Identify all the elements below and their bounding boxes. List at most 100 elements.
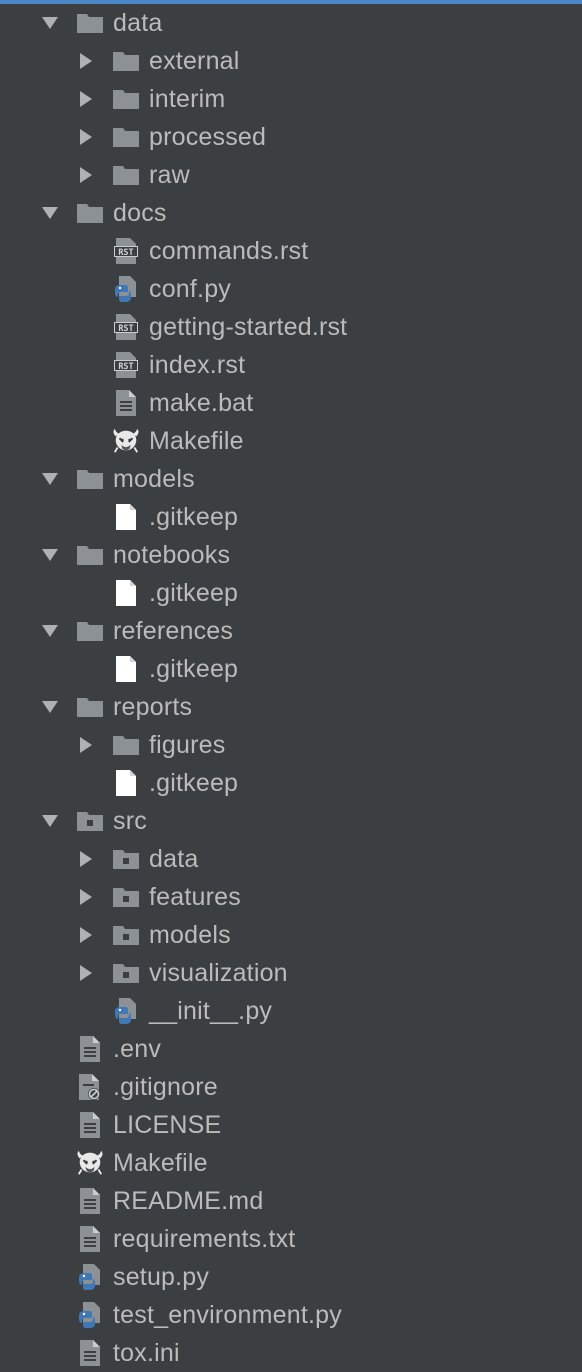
folder-icon	[112, 47, 140, 75]
tree-item-license[interactable]: LICENSE	[0, 1106, 582, 1144]
collapse-arrow-icon[interactable]	[40, 621, 60, 641]
blank-file-icon	[112, 579, 140, 607]
folder-icon	[76, 199, 104, 227]
expand-arrow-icon[interactable]	[76, 849, 96, 869]
makefile-icon	[112, 427, 140, 455]
toggle-spacer	[76, 1001, 96, 1021]
expand-arrow-icon[interactable]	[76, 127, 96, 147]
tree-item-label: figures	[149, 731, 226, 759]
makefile-icon	[76, 1149, 104, 1177]
collapse-arrow-icon[interactable]	[40, 469, 60, 489]
expand-arrow-icon[interactable]	[76, 735, 96, 755]
tree-item-gitignore[interactable]: .gitignore	[0, 1068, 582, 1106]
tree-item-label: raw	[149, 161, 190, 189]
text-file-icon	[76, 1339, 104, 1367]
python-file-icon	[76, 1301, 104, 1329]
folder-icon	[112, 85, 140, 113]
rst-file-icon: RST	[112, 237, 140, 265]
tree-item-gitkeep[interactable]: .gitkeep	[0, 498, 582, 536]
tree-item-raw[interactable]: raw	[0, 156, 582, 194]
tree-item-label: requirements.txt	[113, 1225, 296, 1253]
tree-item-makefile[interactable]: Makefile	[0, 1144, 582, 1182]
tree-item-src[interactable]: src	[0, 802, 582, 840]
gitignore-file-icon	[76, 1073, 104, 1101]
tree-item-interim[interactable]: interim	[0, 80, 582, 118]
tree-item-init-py[interactable]: __init__.py	[0, 992, 582, 1030]
collapse-arrow-icon[interactable]	[40, 697, 60, 717]
tree-item-features[interactable]: features	[0, 878, 582, 916]
rst-file-icon: RST	[112, 313, 140, 341]
tree-item-references[interactable]: references	[0, 612, 582, 650]
expand-arrow-icon[interactable]	[76, 51, 96, 71]
tree-item-label: getting-started.rst	[149, 313, 348, 341]
tree-item-docs[interactable]: docs	[0, 194, 582, 232]
tree-item-requirements-txt[interactable]: requirements.txt	[0, 1220, 582, 1258]
toggle-spacer	[40, 1305, 60, 1325]
tree-item-visualization[interactable]: visualization	[0, 954, 582, 992]
tree-item-label: .gitignore	[113, 1073, 218, 1101]
tree-item-label: models	[149, 921, 231, 949]
tree-item-label: commands.rst	[149, 237, 309, 265]
toggle-spacer	[40, 1267, 60, 1287]
tree-item-make-bat[interactable]: make.bat	[0, 384, 582, 422]
toggle-spacer	[40, 1153, 60, 1173]
tree-item-label: external	[149, 47, 240, 75]
toggle-spacer	[76, 773, 96, 793]
tree-item-label: processed	[149, 123, 267, 151]
tree-item-label: make.bat	[149, 389, 254, 417]
python-file-icon	[76, 1263, 104, 1291]
toggle-spacer	[76, 279, 96, 299]
package-folder-icon	[112, 959, 140, 987]
toggle-spacer	[40, 1039, 60, 1059]
expand-arrow-icon[interactable]	[76, 925, 96, 945]
toggle-spacer	[76, 241, 96, 261]
tree-item-getting-started-rst[interactable]: RST getting-started.rst	[0, 308, 582, 346]
tree-item-label: references	[113, 617, 234, 645]
expand-arrow-icon[interactable]	[76, 165, 96, 185]
toggle-spacer	[76, 431, 96, 451]
tree-item-data[interactable]: data	[0, 840, 582, 878]
expand-arrow-icon[interactable]	[76, 887, 96, 907]
svg-text:RST: RST	[118, 248, 133, 258]
tree-item-tox-ini[interactable]: tox.ini	[0, 1334, 582, 1372]
tree-item-gitkeep[interactable]: .gitkeep	[0, 764, 582, 802]
text-file-icon	[76, 1187, 104, 1215]
tree-item-gitkeep[interactable]: .gitkeep	[0, 650, 582, 688]
tree-item-label: interim	[149, 85, 226, 113]
tree-item-label: docs	[113, 199, 167, 227]
python-file-icon	[112, 997, 140, 1025]
tree-item-label: tox.ini	[113, 1339, 180, 1367]
toggle-spacer	[76, 355, 96, 375]
tree-item-makefile[interactable]: Makefile	[0, 422, 582, 460]
tree-item-label: data	[113, 9, 163, 37]
tree-item-models[interactable]: models	[0, 916, 582, 954]
tree-item-external[interactable]: external	[0, 42, 582, 80]
tree-item-label: data	[149, 845, 199, 873]
collapse-arrow-icon[interactable]	[40, 203, 60, 223]
tree-item-reports[interactable]: reports	[0, 688, 582, 726]
text-file-icon	[76, 1225, 104, 1253]
tree-item-processed[interactable]: processed	[0, 118, 582, 156]
tree-item-conf-py[interactable]: conf.py	[0, 270, 582, 308]
rst-file-icon: RST	[112, 351, 140, 379]
tree-item-notebooks[interactable]: notebooks	[0, 536, 582, 574]
tree-item-figures[interactable]: figures	[0, 726, 582, 764]
package-folder-icon	[76, 807, 104, 835]
collapse-arrow-icon[interactable]	[40, 545, 60, 565]
tree-item-index-rst[interactable]: RST index.rst	[0, 346, 582, 384]
tree-item-env[interactable]: .env	[0, 1030, 582, 1068]
tree-item-models[interactable]: models	[0, 460, 582, 498]
expand-arrow-icon[interactable]	[76, 89, 96, 109]
tree-item-commands-rst[interactable]: RST commands.rst	[0, 232, 582, 270]
collapse-arrow-icon[interactable]	[40, 13, 60, 33]
tree-item-test-environment-py[interactable]: test_environment.py	[0, 1296, 582, 1334]
tree-item-readme-md[interactable]: README.md	[0, 1182, 582, 1220]
toggle-spacer	[40, 1229, 60, 1249]
tree-item-label: Makefile	[113, 1149, 208, 1177]
tree-item-data[interactable]: data	[0, 4, 582, 42]
python-file-icon	[112, 275, 140, 303]
expand-arrow-icon[interactable]	[76, 963, 96, 983]
tree-item-setup-py[interactable]: setup.py	[0, 1258, 582, 1296]
tree-item-gitkeep[interactable]: .gitkeep	[0, 574, 582, 612]
collapse-arrow-icon[interactable]	[40, 811, 60, 831]
